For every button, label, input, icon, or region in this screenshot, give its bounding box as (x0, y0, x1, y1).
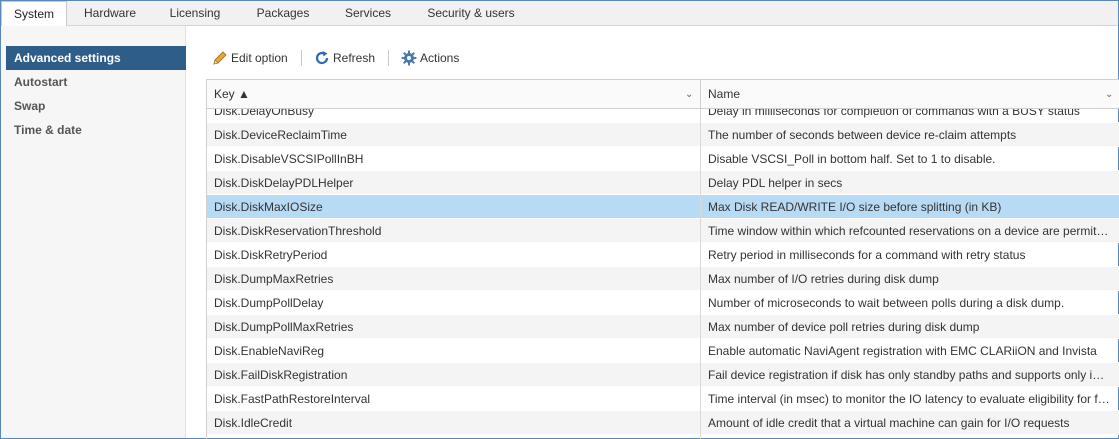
name-cell: Retry period in milliseconds for a comma… (708, 248, 1026, 262)
column-header-name-label: Name (708, 87, 741, 101)
tab-packages[interactable]: Packages (247, 1, 319, 26)
tab-system[interactable]: System (1, 1, 67, 27)
key-cell: Disk.DeviceReclaimTime (214, 128, 347, 142)
name-cell: Delay PDL helper in secs (708, 176, 843, 190)
table-row[interactable]: Disk.DumpMaxRetries Max number of I/O ret… (207, 267, 1119, 291)
table-row[interactable]: Disk.DiskDelayPDLHelper Delay PDL helper … (207, 171, 1119, 195)
name-cell: Fail device registration if disk has onl… (708, 368, 1111, 382)
name-cell: Enable automatic NaviAgent registration … (708, 344, 1097, 358)
table-row[interactable]: Disk.DisableVSCSIPollInBH Disable VSCSI_P… (207, 147, 1119, 171)
column-header-key-label: Key ▲ (214, 87, 250, 101)
key-cell: Disk.EnableNaviReg (214, 344, 325, 358)
key-cell: Disk.DumpMaxRetries (214, 272, 334, 286)
toolbar: Edit option Refresh Actions (206, 46, 606, 70)
key-cell: Disk.DumpPollMaxRetries (214, 320, 354, 334)
toolbar-divider (388, 50, 389, 66)
key-cell: Disk.DiskRetryPeriod (214, 248, 328, 262)
sidebar-item-time-date[interactable]: Time & date (6, 118, 186, 142)
sidebar-item-swap[interactable]: Swap (6, 94, 186, 118)
column-header-key[interactable]: Key ▲ ⌄ (207, 80, 700, 109)
name-cell: Time interval (in msec) to monitor the I… (708, 392, 1111, 406)
tab-services[interactable]: Services (333, 1, 403, 26)
table-row[interactable]: Disk.DumpPollDelay Number of microseconds… (207, 291, 1119, 315)
table-row[interactable]: Disk.DiskRetryPeriod Retry period in mill… (207, 243, 1119, 267)
sidebar-item-advanced-settings[interactable]: Advanced settings (6, 46, 186, 70)
name-cell: Disable VSCSI_Poll in bottom half. Set t… (708, 152, 996, 166)
name-cell: Max number of device poll retries during… (708, 320, 980, 334)
settings-grid: Key ▲ ⌄ Name ⌄ Disk.DelayOnBusy Delay in … (206, 79, 1119, 439)
actions-button[interactable]: Actions (401, 46, 467, 70)
key-cell: Disk.DumpPollDelay (214, 296, 324, 310)
name-cell: Max number of I/O retries during disk du… (708, 272, 939, 286)
chevron-down-icon[interactable]: ⌄ (1105, 80, 1113, 109)
key-cell: Disk.DisableVSCSIPollInBH (214, 152, 364, 166)
key-cell: Disk.DiskReservationThreshold (214, 224, 382, 238)
key-cell: Disk.IdleCredit (214, 416, 293, 430)
name-cell: Number of microseconds to wait between p… (708, 296, 1065, 310)
top-tab-bar: System Hardware Licensing Packages Servi… (1, 1, 1118, 27)
table-row[interactable]: Disk.IdleCredit Amount of idle credit tha… (207, 411, 1119, 435)
name-cell: The number of seconds between device re-… (708, 128, 1017, 142)
table-row[interactable]: Disk.DelayOnBusy Delay in milliseconds fo… (207, 109, 1119, 123)
gear-icon (401, 50, 417, 66)
table-row[interactable]: Disk.DeviceReclaimTime The number of seco… (207, 123, 1119, 147)
column-divider (700, 109, 701, 439)
edit-option-label: Edit option (231, 51, 288, 65)
table-row[interactable]: Disk.DumpPollMaxRetries Max number of dev… (207, 315, 1119, 339)
key-cell: Disk.FastPathRestoreInterval (214, 392, 371, 406)
tab-hardware[interactable]: Hardware (73, 1, 147, 26)
refresh-label: Refresh (333, 51, 376, 65)
toolbar-divider (301, 50, 302, 66)
chevron-down-icon[interactable]: ⌄ (685, 80, 693, 109)
key-cell: Disk.FailDiskRegistration (214, 368, 348, 382)
name-cell: Max Disk READ/WRITE I/O size before spli… (708, 200, 1002, 214)
grid-header: Key ▲ ⌄ Name ⌄ (207, 80, 1119, 109)
table-row[interactable]: Disk.DiskReservationThreshold Time window… (207, 219, 1119, 243)
column-header-name[interactable]: Name ⌄ (701, 80, 1119, 109)
name-cell: Delay in milliseconds for completion of … (708, 109, 1080, 118)
tab-security-users[interactable]: Security & users (416, 1, 526, 26)
name-cell: Time window within which refcounted rese… (708, 224, 1111, 238)
name-cell: Amount of idle credit that a virtual mac… (708, 416, 1070, 430)
grid-body: Disk.DelayOnBusy Delay in milliseconds fo… (207, 109, 1119, 439)
sidebar-item-autostart[interactable]: Autostart (6, 70, 186, 94)
key-cell: Disk.DelayOnBusy (214, 109, 315, 118)
actions-label: Actions (420, 51, 460, 65)
table-row[interactable]: Disk.DiskMaxIOSize Max Disk READ/WRITE I/… (207, 195, 1119, 219)
table-row[interactable]: Disk.EnableNaviReg Enable automatic NaviA… (207, 339, 1119, 363)
refresh-button[interactable]: Refresh (314, 46, 380, 70)
table-row[interactable]: Disk.FailDiskRegistration Fail device reg… (207, 363, 1119, 387)
key-cell: Disk.DiskDelayPDLHelper (214, 176, 354, 190)
tab-licensing[interactable]: Licensing (159, 1, 231, 26)
key-cell: Disk.DiskMaxIOSize (214, 200, 323, 214)
refresh-icon (315, 51, 329, 65)
edit-option-button[interactable]: Edit option (212, 46, 298, 70)
pencil-icon (213, 51, 227, 65)
table-row[interactable]: Disk.FastPathRestoreInterval Time interva… (207, 387, 1119, 411)
sidebar: Advanced settings Autostart Swap Time & … (1, 26, 186, 438)
